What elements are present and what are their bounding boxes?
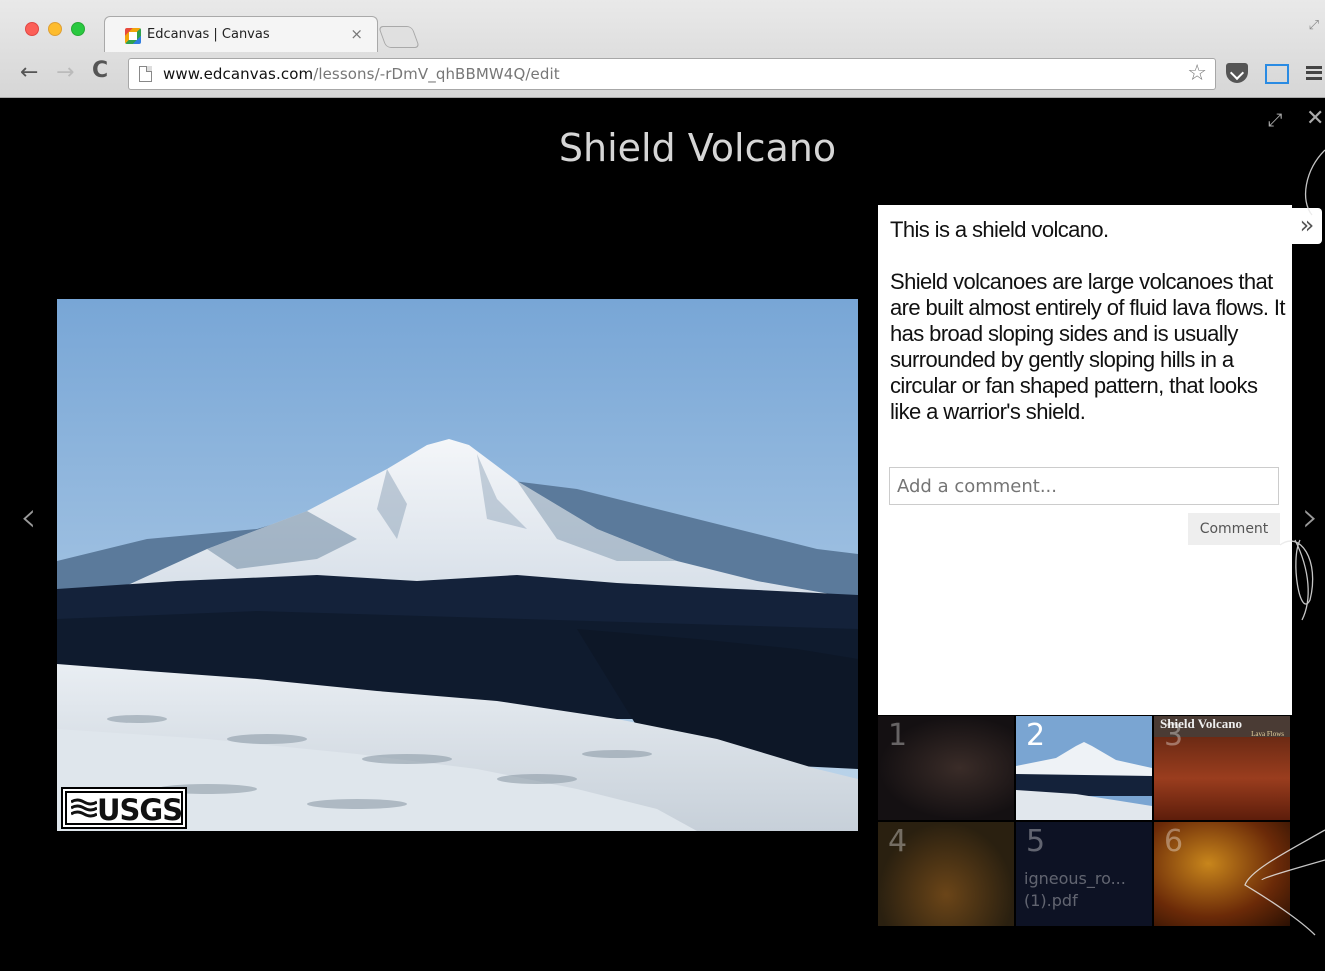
address-bar[interactable]: www.edcanvas.com/lessons/-rDmV_qhBBMW4Q/… (128, 58, 1216, 90)
thumbnail-number: 3 (1164, 718, 1184, 753)
close-viewer-icon[interactable]: ✕ (1306, 106, 1324, 131)
bookmark-star-icon[interactable]: ☆ (1187, 61, 1207, 86)
thumbnail-number: 6 (1164, 824, 1184, 859)
collapse-panel-button[interactable]: » (1292, 208, 1322, 244)
comment-input[interactable] (889, 467, 1279, 505)
screencast-icon[interactable] (1265, 64, 1289, 84)
tab-title: Edcanvas | Canvas (147, 27, 270, 42)
volcano-photo-illustration (57, 299, 858, 831)
thumbnail-3-subtitle: Lava Flows (1251, 730, 1284, 738)
note-body: Shield volcanoes are large volcanoes tha… (890, 269, 1286, 424)
url-text[interactable]: www.edcanvas.com/lessons/-rDmV_qhBBMW4Q/… (163, 65, 560, 83)
tab-close-icon[interactable]: × (350, 25, 363, 43)
window-minimize-button[interactable] (48, 22, 62, 36)
thumbnail-2[interactable]: 2 (1016, 716, 1152, 820)
page-icon (139, 66, 152, 82)
thumbnail-number: 5 (1026, 824, 1046, 859)
browser-chrome: Edcanvas | Canvas × ⤢ ← → C www.edcanvas… (0, 0, 1325, 98)
url-path: /lessons/-rDmV_qhBBMW4Q/edit (313, 65, 560, 83)
window-close-button[interactable] (25, 22, 39, 36)
url-host: www.edcanvas.com (163, 65, 314, 83)
thumbnail-number: 1 (888, 718, 908, 753)
comment-button[interactable]: Comment (1188, 513, 1280, 545)
thumbnail-6[interactable]: 6 (1154, 822, 1290, 926)
page-title: Shield Volcano (558, 126, 837, 170)
window-resize-icon[interactable]: ⤢ (1309, 18, 1319, 33)
back-button[interactable]: ← (20, 60, 38, 85)
slide-thumbnails: 1 2 Shield Volcano Lava Flows 3 4 5 igne… (878, 716, 1292, 926)
reload-button[interactable]: C (92, 58, 108, 83)
thumbnail-number: 2 (1026, 718, 1046, 753)
menu-icon[interactable] (1306, 66, 1322, 80)
browser-tab[interactable]: Edcanvas | Canvas × (104, 16, 378, 52)
thumbnail-file-label: igneous_ro... (1).pdf (1024, 869, 1126, 910)
edcanvas-favicon-icon (125, 28, 141, 44)
thumbnail-5[interactable]: 5 igneous_ro... (1).pdf (1016, 822, 1152, 926)
note-intro: This is a shield volcano. (890, 217, 1109, 242)
thumbnail-4[interactable]: 4 (878, 822, 1014, 926)
next-slide-button[interactable]: › (1302, 492, 1319, 541)
thumbnail-1[interactable]: 1 (878, 716, 1014, 820)
pocket-icon[interactable] (1226, 63, 1248, 83)
previous-slide-button[interactable]: ‹ (20, 492, 37, 541)
new-tab-button[interactable] (377, 26, 421, 48)
volcano-photo: USGS (57, 299, 858, 831)
window-zoom-button[interactable] (71, 22, 85, 36)
usgs-logo-text: USGS (97, 793, 183, 827)
forward-button[interactable]: → (56, 60, 74, 85)
usgs-logo: USGS (61, 787, 187, 829)
thumbnail-number: 4 (888, 824, 908, 859)
thumbnail-3[interactable]: Shield Volcano Lava Flows 3 (1154, 716, 1290, 820)
notes-panel: This is a shield volcano. Shield volcano… (878, 205, 1292, 715)
usgs-wave-icon (71, 798, 97, 818)
fullscreen-expand-icon[interactable]: ⤢ (1268, 110, 1282, 131)
